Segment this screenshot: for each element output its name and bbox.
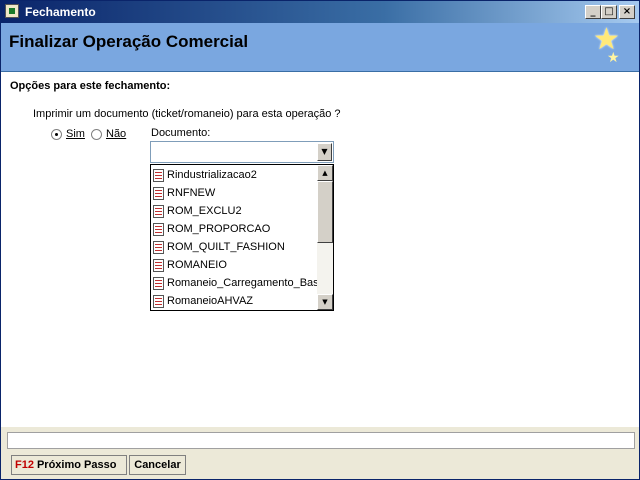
next-step-shortcut: F12	[15, 459, 34, 471]
list-item[interactable]: RomaneioAHVAZ	[153, 292, 319, 310]
document-dropdown-list[interactable]: Rindustrializacao2 RNFNEW ROM_EXCLU2 ROM…	[150, 164, 334, 311]
print-question: Imprimir um documento (ticket/romaneio) …	[33, 108, 341, 120]
list-item[interactable]: ROM_QUILT_FASHION	[153, 238, 319, 256]
cancel-button[interactable]: Cancelar	[129, 455, 186, 475]
section-title: Opções para este fechamento:	[10, 80, 171, 92]
app-icon	[5, 4, 19, 18]
radio-nao-label[interactable]: Não	[106, 128, 126, 140]
list-item[interactable]: ROM_EXCLU2	[153, 202, 319, 220]
report-icon	[153, 294, 164, 308]
list-item[interactable]: Rindustrializacao2	[153, 166, 319, 184]
main-content: Opções para este fechamento: Imprimir um…	[1, 72, 639, 426]
status-bar	[1, 427, 639, 453]
minimize-button[interactable]: _	[585, 5, 601, 19]
chevron-down-icon[interactable]: ▼	[317, 143, 332, 161]
list-item-label: ROM_EXCLU2	[167, 205, 242, 218]
scroll-thumb[interactable]	[317, 181, 333, 243]
next-step-button[interactable]: F12 Próximo Passo	[11, 455, 127, 475]
report-icon	[153, 168, 164, 182]
report-icon	[153, 204, 164, 218]
status-field	[7, 432, 635, 449]
list-scrollbar[interactable]: ▲ ▼	[317, 165, 333, 310]
report-icon	[153, 186, 164, 200]
report-icon	[153, 258, 164, 272]
page-title: Finalizar Operação Comercial	[9, 32, 249, 51]
radio-sim-circle[interactable]	[51, 128, 62, 140]
list-item-label: ROM_PROPORCAO	[167, 223, 271, 236]
list-item[interactable]: ROM_PROPORCAO	[153, 220, 319, 238]
next-step-label: Próximo Passo	[36, 459, 117, 471]
document-label: Documento:	[151, 127, 211, 139]
close-button[interactable]: ×	[619, 5, 635, 19]
list-item-label: Romaneio_Carregamento_Basilio	[167, 277, 319, 290]
list-item[interactable]: RNFNEW	[153, 184, 319, 202]
report-icon	[153, 276, 164, 290]
small-star-icon: ★	[607, 50, 620, 66]
list-item-label: RomaneioAHVAZ	[167, 295, 253, 308]
report-icon	[153, 240, 164, 254]
radio-sim[interactable]: Sim	[51, 128, 85, 140]
list-item-label: ROMANEIO	[167, 259, 227, 272]
list-item-label: RNFNEW	[167, 187, 216, 200]
radio-nao-circle[interactable]	[91, 128, 102, 140]
list-item-label: Rindustrializacao2	[167, 169, 257, 182]
list-item-label: ROM_QUILT_FASHION	[167, 241, 285, 254]
fechamento-window: Fechamento _ □ × Finalizar Operação Come…	[0, 0, 640, 480]
report-icon	[153, 222, 164, 236]
document-combobox[interactable]: ▼	[150, 141, 334, 163]
scroll-up-icon[interactable]: ▲	[317, 165, 333, 181]
radio-nao[interactable]: Não	[91, 128, 126, 140]
footer-bar: F12 Próximo Passo Cancelar	[1, 453, 639, 479]
scroll-down-icon[interactable]: ▼	[317, 294, 333, 310]
title-bar[interactable]: Fechamento _ □ ×	[1, 1, 639, 23]
header-banner: Finalizar Operação Comercial ★ ★	[1, 23, 639, 72]
maximize-button[interactable]: □	[601, 5, 617, 19]
list-item[interactable]: ROMANEIO	[153, 256, 319, 274]
radio-sim-label[interactable]: Sim	[66, 128, 85, 140]
window-title: Fechamento	[25, 5, 96, 19]
list-item[interactable]: Romaneio_Carregamento_Basilio	[153, 274, 319, 292]
